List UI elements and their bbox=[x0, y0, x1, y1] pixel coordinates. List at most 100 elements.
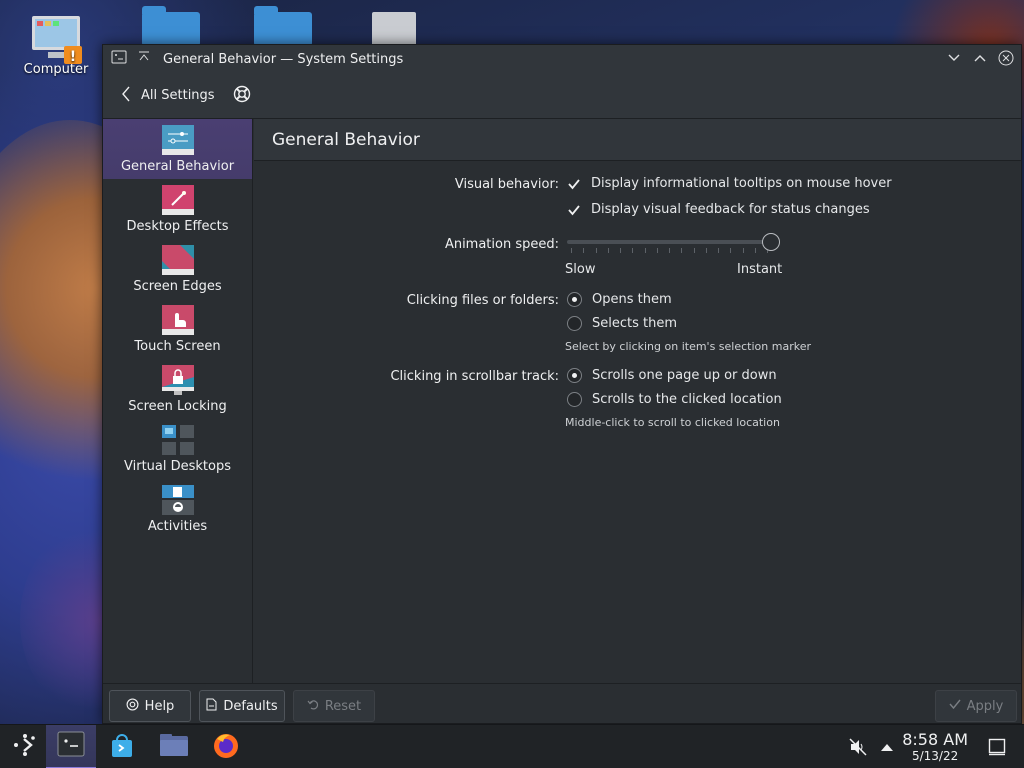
tooltips-checkbox-label: Display informational tooltips on mouse … bbox=[591, 176, 892, 191]
firefox-icon bbox=[212, 731, 240, 763]
folder-icon[interactable] bbox=[254, 6, 312, 46]
trash-icon[interactable] bbox=[372, 12, 416, 46]
show-desktop-icon[interactable] bbox=[988, 738, 1006, 760]
store-bag-icon bbox=[109, 732, 135, 762]
settings-panel: Visual behavior: Display informational t… bbox=[254, 162, 1021, 685]
clicking-hint: Select by clicking on item's selection m… bbox=[565, 340, 811, 353]
scroll-page-label: Scrolls one page up or down bbox=[592, 368, 777, 383]
slider-tick bbox=[607, 248, 609, 253]
title-bar[interactable]: General Behavior — System Settings bbox=[103, 45, 1021, 73]
chevron-left-icon bbox=[121, 86, 131, 106]
radio-button[interactable] bbox=[567, 316, 582, 331]
sidebar-item-label: Screen Locking bbox=[128, 399, 227, 414]
toolbar: All Settings bbox=[103, 73, 1021, 119]
all-settings-button[interactable]: All Settings bbox=[121, 86, 215, 106]
radio-button-selected[interactable] bbox=[567, 292, 582, 307]
check-icon bbox=[949, 698, 961, 714]
general-behavior-icon bbox=[161, 125, 194, 155]
check-icon[interactable] bbox=[567, 177, 581, 191]
clicking-files-label: Clicking files or folders: bbox=[406, 293, 559, 308]
all-settings-label: All Settings bbox=[141, 88, 215, 103]
sidebar-item-touch-screen[interactable]: Touch Screen bbox=[103, 299, 252, 359]
help-lifebuoy-icon[interactable] bbox=[233, 85, 251, 107]
opens-them-radio-row[interactable]: Opens them bbox=[567, 292, 672, 307]
virtual-desktops-icon bbox=[161, 425, 194, 455]
maximize-button[interactable] bbox=[971, 49, 989, 67]
slider-tick bbox=[669, 248, 670, 253]
clock-date: 5/13/22 bbox=[911, 749, 959, 763]
slider-tick bbox=[620, 248, 621, 253]
sidebar: General Behavior Desktop Effects Screen … bbox=[103, 119, 253, 685]
defaults-button[interactable]: Defaults bbox=[199, 690, 285, 722]
system-settings-icon bbox=[57, 731, 85, 761]
task-firefox[interactable] bbox=[201, 725, 251, 768]
help-button-label: Help bbox=[144, 698, 175, 714]
selects-them-label: Selects them bbox=[592, 316, 678, 331]
desktop-icon-computer[interactable]: ! Computer bbox=[16, 14, 96, 77]
scrollbar-hint: Middle-click to scroll to clicked locati… bbox=[565, 416, 780, 429]
volume-muted-icon[interactable] bbox=[848, 737, 868, 761]
slider-tick bbox=[718, 248, 719, 253]
feedback-checkbox-row[interactable]: Display visual feedback for status chang… bbox=[567, 202, 870, 217]
selects-them-radio-row[interactable]: Selects them bbox=[567, 316, 677, 331]
sidebar-item-label: Virtual Desktops bbox=[124, 459, 231, 474]
sidebar-item-screen-edges[interactable]: Screen Edges bbox=[103, 239, 252, 299]
sidebar-item-general-behavior[interactable]: General Behavior bbox=[103, 119, 252, 179]
folder-icon[interactable] bbox=[142, 6, 200, 46]
system-settings-window: General Behavior — System Settings All S… bbox=[102, 44, 1022, 724]
taskbar: 8:58 AM 5/13/22 bbox=[0, 724, 1024, 768]
slider-tick bbox=[644, 248, 646, 253]
minimize-button[interactable] bbox=[945, 49, 963, 67]
tray-expand-arrow-icon[interactable] bbox=[880, 741, 894, 756]
reset-button[interactable]: Reset bbox=[293, 690, 375, 722]
sidebar-item-virtual-desktops[interactable]: Virtual Desktops bbox=[103, 419, 252, 479]
page-header: General Behavior bbox=[254, 119, 1021, 161]
animation-speed-slider[interactable] bbox=[567, 240, 771, 244]
task-file-manager[interactable] bbox=[149, 725, 199, 768]
check-icon[interactable] bbox=[567, 203, 581, 217]
touch-screen-icon bbox=[161, 305, 194, 335]
document-icon bbox=[206, 698, 217, 715]
defaults-button-label: Defaults bbox=[223, 698, 278, 714]
sidebar-item-label: Activities bbox=[147, 519, 208, 534]
apply-button[interactable]: Apply bbox=[935, 690, 1017, 722]
sidebar-item-label: General Behavior bbox=[120, 159, 235, 174]
slider-tick bbox=[656, 248, 658, 253]
desktop-icon-label: Computer bbox=[23, 62, 89, 77]
screen-locking-icon bbox=[161, 365, 194, 395]
svg-text:!: ! bbox=[70, 49, 76, 64]
radio-button[interactable] bbox=[567, 392, 582, 407]
slider-tick bbox=[571, 248, 572, 253]
radio-button-selected[interactable] bbox=[567, 368, 582, 383]
task-discover[interactable] bbox=[97, 725, 147, 768]
sidebar-item-screen-locking[interactable]: Screen Locking bbox=[103, 359, 252, 419]
slider-max-label: Instant bbox=[737, 262, 783, 277]
computer-icon: ! bbox=[30, 14, 82, 65]
app-menu-icon[interactable] bbox=[111, 50, 127, 68]
sidebar-item-label: Desktop Effects bbox=[126, 219, 229, 234]
application-launcher-button[interactable] bbox=[0, 725, 50, 768]
sidebar-item-activities[interactable]: Activities bbox=[103, 479, 252, 539]
launcher-icon bbox=[12, 732, 38, 762]
clock[interactable]: 8:58 AM 5/13/22 bbox=[902, 730, 968, 764]
close-button[interactable] bbox=[997, 49, 1015, 67]
sidebar-item-desktop-effects[interactable]: Desktop Effects bbox=[103, 179, 252, 239]
scroll-location-radio-row[interactable]: Scrolls to the clicked location bbox=[567, 392, 782, 407]
slider-tick bbox=[693, 248, 695, 253]
scrollbar-track-label: Clicking in scrollbar track: bbox=[390, 369, 559, 384]
desktop-effects-icon bbox=[161, 185, 194, 215]
folder-icon bbox=[159, 733, 189, 761]
help-button[interactable]: Help bbox=[109, 690, 191, 722]
tooltips-checkbox-row[interactable]: Display informational tooltips on mouse … bbox=[567, 176, 892, 191]
slider-tick bbox=[632, 248, 634, 253]
sidebar-item-label: Touch Screen bbox=[134, 339, 221, 354]
task-system-settings[interactable] bbox=[46, 725, 96, 768]
slider-handle[interactable] bbox=[762, 233, 780, 251]
clock-time: 8:58 AM bbox=[902, 730, 968, 749]
sidebar-item-label: Screen Edges bbox=[133, 279, 222, 294]
slider-tick bbox=[754, 248, 756, 253]
slider-tick bbox=[595, 248, 597, 253]
keep-above-icon[interactable] bbox=[137, 50, 151, 68]
scroll-page-radio-row[interactable]: Scrolls one page up or down bbox=[567, 368, 777, 383]
screen-edges-icon bbox=[161, 245, 194, 275]
